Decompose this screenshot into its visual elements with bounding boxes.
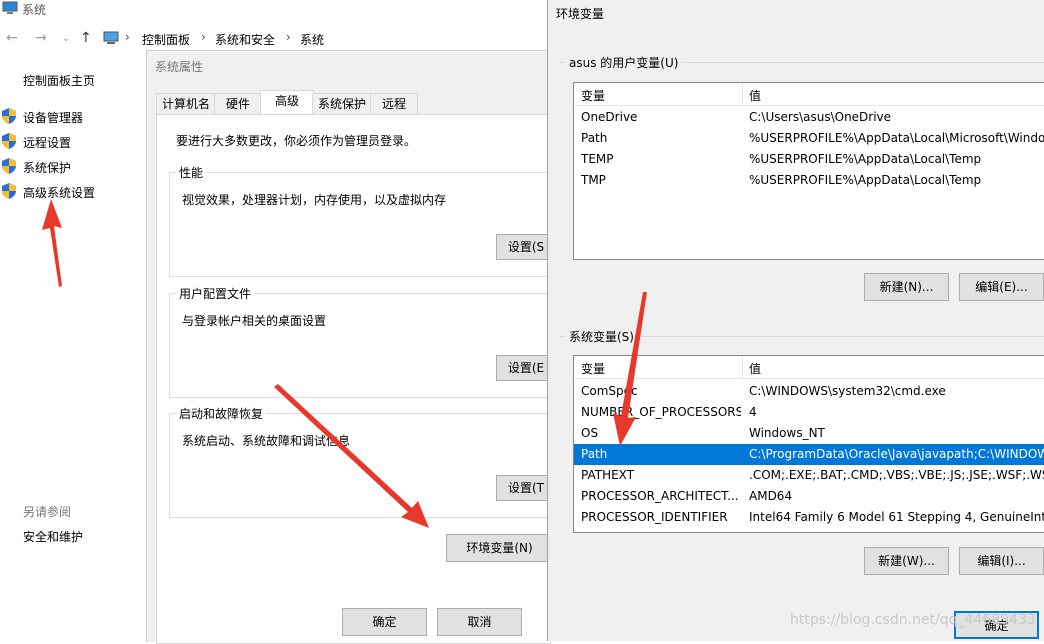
column-divider[interactable] [742,356,743,378]
list-header: 变量 值 [574,83,1044,106]
list-item[interactable]: PROCESSOR_IDENTIFIER Intel64 Family 6 Mo… [574,507,1044,528]
breadcrumb-system[interactable]: 系统 [300,31,324,48]
forward-arrow-icon[interactable]: → [35,30,47,46]
variable-value: Windows_NT [749,426,825,440]
variable-value: C:\Users\asus\OneDrive [749,110,892,124]
group-description: 与登录帐户相关的桌面设置 [182,314,327,328]
see-also-heading: 另请参阅 [23,505,72,519]
user-new-button[interactable]: 新建(N)... [864,273,949,301]
list-header: 变量 值 [574,356,1044,379]
group-title: 用户配置文件 [176,285,255,302]
list-item[interactable]: TMP %USERPROFILE%\AppData\Local\Temp [574,170,1044,191]
chevron-down-icon[interactable]: ⌄ [62,33,70,44]
system-edit-button[interactable]: 编辑(I)... [959,547,1044,575]
group-title: 性能 [176,164,207,181]
variable-name: ComSpec [581,384,638,398]
cancel-button[interactable]: 取消 [437,608,522,636]
environment-variables-dialog: 环境变量 asus 的用户变量(U) 变量 值 OneDrive C:\User… [547,0,1044,641]
tab-computer-name[interactable]: 计算机名 [156,93,216,115]
variable-name: OneDrive [581,110,638,124]
environment-variables-button[interactable]: 环境变量(N) [446,534,553,562]
breadcrumb-control-panel[interactable]: 控制面板 [142,31,190,48]
variable-value: %USERPROFILE%\AppData\Local\Temp [749,152,982,166]
system-new-button[interactable]: 新建(W)... [864,547,949,575]
system-variables-list[interactable]: 变量 值 ComSpec C:\WINDOWS\system32\cmd.exe… [573,355,1044,533]
variable-name: TEMP [581,152,614,166]
list-item[interactable]: PATHEXT .COM;.EXE;.BAT;.CMD;.VBS;.VBE;.J… [574,465,1044,486]
shield-icon [2,158,16,174]
sidebar-item-label: 高级系统设置 [23,186,96,200]
user-profiles-group: 用户配置文件 与登录帐户相关的桌面设置 设置(E [169,285,556,398]
tab-remote[interactable]: 远程 [370,93,418,115]
list-item-selected[interactable]: Path C:\ProgramData\Oracle\Java\javapath… [574,444,1044,465]
group-description: 系统启动、系统故障和调试信息 [182,434,351,448]
breadcrumb-separator-icon: › [286,30,291,44]
variable-name: PROCESSOR_IDENTIFIER [581,510,728,524]
advanced-tab-panel: 要进行大多数更改，你必须作为管理员登录。 性能 视觉效果，处理器计划，内存使用，… [156,114,556,644]
sidebar-item-label: 设备管理器 [23,111,84,125]
user-variables-list[interactable]: 变量 值 OneDrive C:\Users\asus\OneDrive Pat… [573,82,1044,260]
column-divider[interactable] [742,83,743,105]
variable-value: Intel64 Family 6 Model 61 Stepping 4, Ge… [749,510,1044,524]
variable-value: %USERPROFILE%\AppData\Local\Temp [749,173,982,187]
variable-value: .COM;.EXE;.BAT;.CMD;.VBS;.VBE;.JS;.JSE;.… [749,468,1044,482]
variable-name: PATHEXT [581,468,635,482]
variable-name: NUMBER_OF_PROCESSORS [581,405,741,419]
list-item[interactable]: OS Windows_NT [574,423,1044,444]
breadcrumb-separator-icon: › [125,30,130,44]
dialog-title: 系统属性 [155,60,204,74]
admin-note: 要进行大多数更改，你必须作为管理员登录。 [176,134,417,148]
variable-name: OS [581,426,599,440]
variable-name: Path [581,447,608,461]
group-title: asus 的用户变量(U) [566,54,682,71]
sidebar-item-label: 系统保护 [23,161,72,175]
group-title: 系统变量(S) [566,328,637,345]
dialog-title: 环境变量 [556,7,605,21]
system-window-title: 系统 [22,3,47,17]
list-item[interactable]: Path %USERPROFILE%\AppData\Local\Microso… [574,128,1044,149]
list-item[interactable]: TEMP %USERPROFILE%\AppData\Local\Temp [574,149,1044,170]
system-titlebar: 系统 [0,0,548,20]
performance-group: 性能 视觉效果，处理器计划，内存使用，以及虚拟内存 设置(S [169,164,556,277]
computer-icon [2,1,18,14]
watermark-text: https://blog.csdn.net/qq_44689433 [790,612,1036,628]
shield-icon [2,133,16,149]
tab-system-protection[interactable]: 系统保护 [312,93,372,115]
column-header-value[interactable]: 值 [749,87,761,104]
up-arrow-icon[interactable]: ↑ [80,30,92,46]
startup-recovery-group: 启动和故障恢复 系统启动、系统故障和调试信息 设置(T [169,405,556,518]
variable-name: PROCESSOR_ARCHITECT... [581,489,739,503]
system-properties-dialog: 系统属性 计算机名 硬件 高级 系统保护 远程 要进行大多数更改，你必须作为管理… [146,50,556,644]
variable-value: %USERPROFILE%\AppData\Local\Microsoft\Wi… [749,131,1044,145]
variable-value: 4 [749,405,757,419]
column-header-value[interactable]: 值 [749,360,761,377]
column-header-variable[interactable]: 变量 [581,360,605,377]
variable-value: C:\WINDOWS\system32\cmd.exe [749,384,946,398]
variable-name: TMP [581,173,606,187]
ok-button[interactable]: 确定 [342,608,427,636]
tab-hardware[interactable]: 硬件 [214,93,262,115]
list-item[interactable]: ComSpec C:\WINDOWS\system32\cmd.exe [574,381,1044,402]
user-edit-button[interactable]: 编辑(E)... [959,273,1044,301]
back-arrow-icon[interactable]: ← [6,30,18,46]
list-item[interactable]: PROCESSOR_ARCHITECT... AMD64 [574,486,1044,507]
breadcrumb-separator-icon: › [201,30,206,44]
tab-advanced[interactable]: 高级 [260,90,314,116]
group-title: 启动和故障恢复 [176,405,267,422]
column-header-variable[interactable]: 变量 [581,87,605,104]
security-maintenance-link[interactable]: 安全和维护 [23,528,83,545]
sidebar-item-label: 远程设置 [23,136,72,150]
list-item[interactable]: NUMBER_OF_PROCESSORS 4 [574,402,1044,423]
variable-value: C:\ProgramData\Oracle\Java\javapath;C:\W… [749,447,1044,461]
list-item[interactable]: OneDrive C:\Users\asus\OneDrive [574,107,1044,128]
breadcrumb-system-security[interactable]: 系统和安全 [215,31,275,48]
control-panel-icon [103,31,119,44]
control-panel-home-link[interactable]: 控制面板主页 [23,72,95,89]
variable-name: Path [581,131,608,145]
shield-icon [2,183,16,199]
shield-icon [2,108,16,124]
variable-value: AMD64 [749,489,793,503]
group-description: 视觉效果，处理器计划，内存使用，以及虚拟内存 [182,193,447,207]
